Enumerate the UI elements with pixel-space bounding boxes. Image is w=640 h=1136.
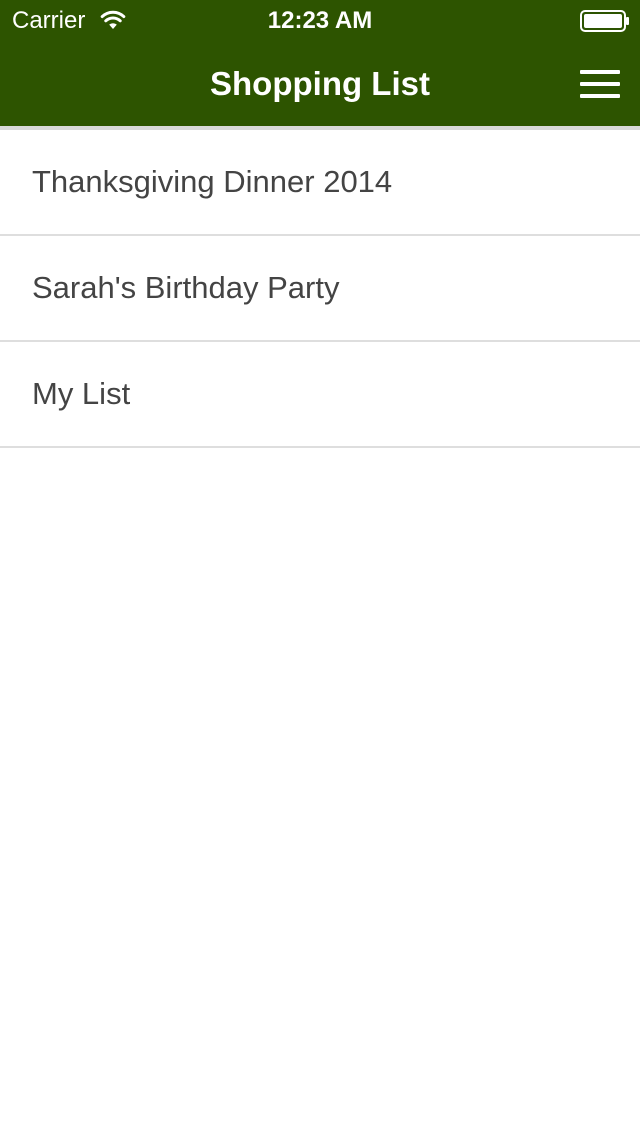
list-item-label: Thanksgiving Dinner 2014: [32, 164, 393, 199]
shopping-lists: Thanksgiving Dinner 2014 Sarah's Birthda…: [0, 130, 640, 448]
page-title: Shopping List: [210, 65, 430, 102]
list-item[interactable]: My List: [0, 342, 640, 448]
list-item-label: Sarah's Birthday Party: [32, 270, 340, 305]
list-item[interactable]: Sarah's Birthday Party: [0, 236, 640, 342]
menu-button[interactable]: [572, 62, 630, 106]
header-bar: Carrier 12:23 AM Shopping List: [0, 0, 640, 126]
list-item[interactable]: Thanksgiving Dinner 2014: [0, 130, 640, 236]
status-bar: Carrier 12:23 AM: [0, 0, 640, 40]
battery-icon: [580, 10, 630, 32]
hamburger-menu-icon: [572, 62, 630, 106]
list-item-label: My List: [32, 376, 131, 411]
status-time: 12:23 AM: [267, 7, 373, 34]
app-screen: Carrier 12:23 AM Shopping List Thanksgiv…: [0, 0, 640, 1136]
